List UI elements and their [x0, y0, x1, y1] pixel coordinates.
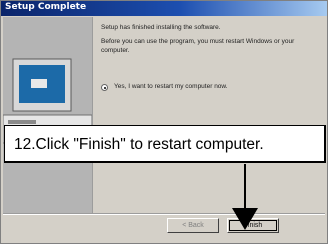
window-title: Setup Complete	[5, 2, 87, 12]
wizard-side-panel	[3, 17, 93, 213]
dialog-message: Before you can use the program, you must…	[101, 38, 295, 54]
back-button[interactable]: < Back	[167, 218, 219, 233]
title-bar: Setup Complete	[1, 1, 327, 16]
button-separator	[3, 213, 325, 215]
restart-now-label[interactable]: Yes, I want to restart my computer now.	[114, 83, 228, 90]
instruction-callout: 12.Click "Finish" to restart computer.	[4, 125, 326, 163]
arrow-down-icon	[232, 164, 258, 230]
dialog-heading: Setup has finished installing the softwa…	[101, 24, 221, 31]
computer-icon	[3, 17, 92, 213]
restart-now-radio[interactable]	[101, 84, 108, 91]
setup-complete-dialog: Setup Complete Setup has finished instal…	[0, 0, 328, 244]
instruction-text: 12.Click "Finish" to restart computer.	[14, 136, 264, 153]
